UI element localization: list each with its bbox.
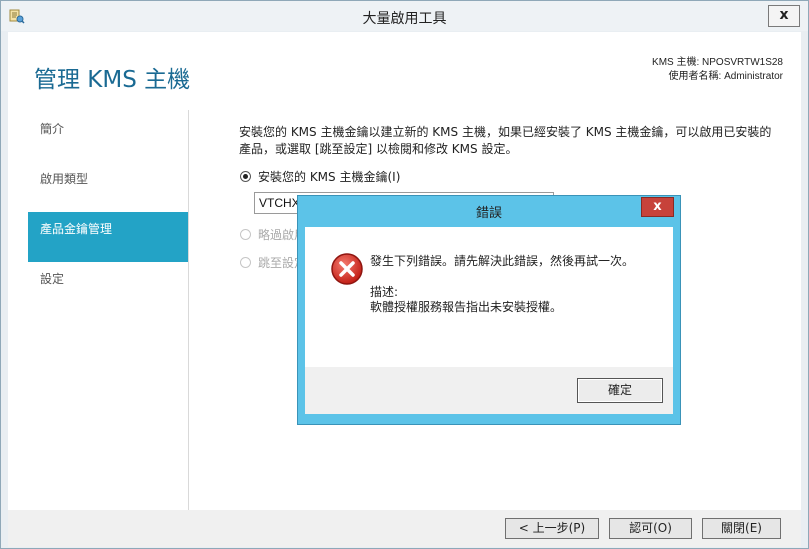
page-title: 管理 KMS 主機 bbox=[34, 67, 191, 93]
dialog-title: 錯誤 bbox=[475, 206, 502, 221]
commit-button[interactable]: 認可(O) bbox=[609, 518, 692, 539]
title-bar: 大量啟用工具 x bbox=[1, 1, 808, 31]
close-button[interactable]: 關閉(E) bbox=[702, 518, 781, 539]
sidebar-item-product-key-management[interactable]: 產品金鑰管理 bbox=[28, 212, 188, 262]
ok-button[interactable]: 確定 bbox=[577, 378, 663, 403]
back-button[interactable]: < 上一步(P) bbox=[505, 518, 599, 539]
error-icon bbox=[331, 253, 363, 285]
sidebar-item-settings[interactable]: 設定 bbox=[28, 262, 188, 312]
error-dialog: 錯誤 x 發生下列錯誤。請先解決此錯誤，然後再試一次。 描述: 軟體授權服務報告… bbox=[297, 195, 681, 425]
description-text: 安裝您的 KMS 主機金鑰以建立新的 KMS 主機，如果已經安裝了 KMS 主機… bbox=[239, 125, 772, 156]
sidebar-nav: 簡介 啟用類型 產品金鑰管理 設定 bbox=[28, 112, 188, 312]
error-message: 發生下列錯誤。請先解決此錯誤，然後再試一次。 bbox=[370, 254, 635, 268]
dialog-body: 發生下列錯誤。請先解決此錯誤，然後再試一次。 描述: 軟體授權服務報告指出未安裝… bbox=[305, 227, 673, 367]
dialog-footer: 確定 bbox=[305, 367, 673, 414]
kms-host-label: KMS 主機: NPOSVRTW1S28 bbox=[652, 57, 783, 68]
dialog-close-button[interactable]: x bbox=[641, 197, 674, 217]
skip-to-settings-radio[interactable] bbox=[240, 257, 251, 268]
skip-activation-radio[interactable] bbox=[240, 229, 251, 240]
user-label: 使用者名稱: Administrator bbox=[668, 71, 783, 82]
sidebar-item-intro[interactable]: 簡介 bbox=[28, 112, 188, 162]
nav-divider bbox=[188, 110, 189, 510]
sidebar-item-activation-type[interactable]: 啟用類型 bbox=[28, 162, 188, 212]
error-description: 軟體授權服務報告指出未安裝授權。 bbox=[370, 300, 563, 314]
window-close-button[interactable]: x bbox=[768, 5, 800, 27]
footer-bar: < 上一步(P) 認可(O) 關閉(E) bbox=[8, 510, 801, 547]
install-key-label: 安裝您的 KMS 主機金鑰(I) bbox=[258, 170, 401, 184]
window-title: 大量啟用工具 bbox=[362, 11, 447, 27]
install-key-radio[interactable] bbox=[240, 171, 251, 182]
host-info: KMS 主機: NPOSVRTW1S28 使用者名稱: Administrato… bbox=[652, 56, 783, 84]
